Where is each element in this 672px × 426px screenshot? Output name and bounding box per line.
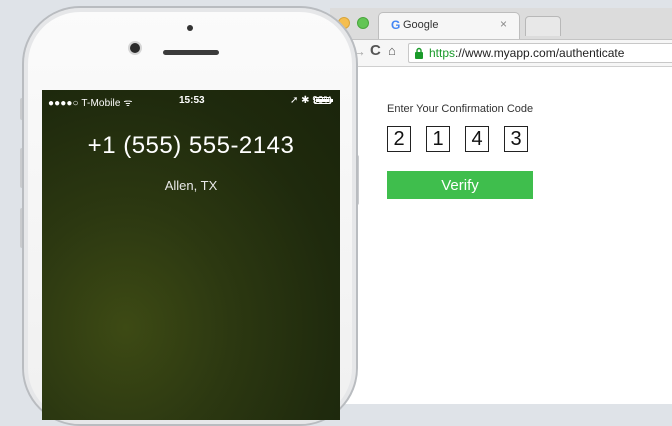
status-bar: ●●●●○ T-Mobile ᯤ 15:53 ➚ ✱ 90%: [42, 90, 340, 110]
battery-icon: [314, 97, 333, 104]
proximity-sensor: [187, 25, 193, 31]
maximize-button[interactable]: [357, 17, 369, 29]
close-tab-icon[interactable]: ×: [500, 17, 507, 31]
verify-button[interactable]: Verify: [387, 171, 533, 199]
browser-window: G Google × → C ⌂ https://www.myapp.com/a…: [330, 8, 672, 404]
lock-icon: [415, 47, 423, 59]
home-icon[interactable]: ⌂: [388, 43, 396, 58]
code-digit-input[interactable]: 4: [465, 126, 489, 152]
carrier-signal: ●●●●○ T-Mobile ᯤ: [48, 98, 133, 109]
code-digit-input[interactable]: 1: [426, 126, 450, 152]
caller-location: Allen, TX: [164, 178, 218, 193]
tab-google[interactable]: G Google ×: [378, 12, 520, 39]
tab-title: Google: [403, 19, 439, 31]
url-text: https://www.myapp.com/authenticate: [429, 46, 624, 60]
earpiece-speaker: [163, 50, 219, 55]
tab-bar: G Google ×: [330, 8, 672, 40]
new-tab-button[interactable]: [525, 16, 561, 36]
code-digit-input[interactable]: 3: [504, 126, 528, 152]
url-scheme: https: [429, 46, 456, 60]
caller-number: +1 (555) 555-2143: [87, 132, 295, 159]
status-time: 15:53: [179, 95, 205, 106]
phone-screen: ●●●●○ T-Mobile ᯤ 15:53 ➚ ✱ 90% +1 (555) …: [42, 90, 340, 420]
code-digit-input[interactable]: 2: [387, 126, 411, 152]
navigation-bar: → C ⌂ https://www.myapp.com/authenticate: [330, 40, 672, 67]
page-content: Enter Your Confirmation Code 2 1 4 3 Ver…: [330, 67, 672, 404]
reload-icon[interactable]: C: [370, 42, 381, 59]
confirmation-code-label: Enter Your Confirmation Code: [387, 103, 534, 115]
address-bar[interactable]: https://www.myapp.com/authenticate: [408, 43, 672, 63]
front-camera: [130, 43, 140, 53]
phone-device: ●●●●○ T-Mobile ᯤ 15:53 ➚ ✱ 90% +1 (555) …: [22, 6, 358, 426]
url-rest: ://www.myapp.com/authenticate: [455, 46, 625, 60]
google-g-icon: G: [391, 18, 401, 32]
